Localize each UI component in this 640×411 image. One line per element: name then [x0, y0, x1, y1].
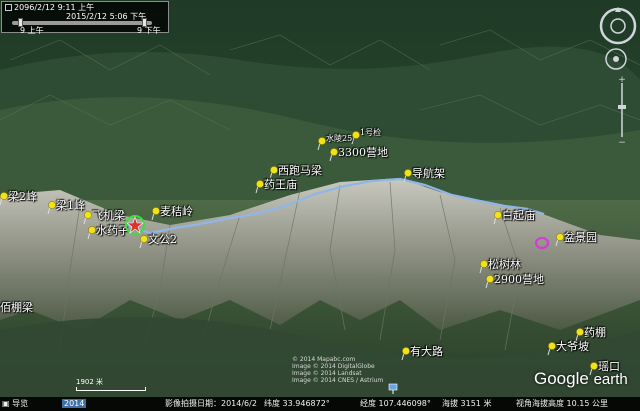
google-earth-logo: Google earth	[534, 369, 628, 388]
longitude-readout: 经度 107.446098°	[360, 399, 431, 408]
pushpin-icon[interactable]	[547, 342, 557, 356]
pushpin-icon[interactable]	[87, 226, 97, 240]
time-slider-left-label: 9 上午	[20, 26, 44, 35]
place-label[interactable]: 水陵25	[326, 133, 352, 144]
place-label[interactable]: 飞机梁	[92, 207, 125, 223]
place-label[interactable]: 盆景园	[564, 229, 597, 245]
image-date: 影像拍摄日期：2014/6/2	[165, 399, 257, 408]
zoom-out-icon: −	[618, 138, 626, 145]
pushpin-icon[interactable]	[555, 233, 565, 247]
place-label[interactable]: 梁2峰	[8, 188, 37, 204]
place-label[interactable]: 导航架	[412, 165, 445, 181]
place-label[interactable]: 有大路	[410, 343, 443, 359]
pushpin-icon[interactable]	[351, 131, 361, 145]
place-label[interactable]: 1号检	[360, 127, 381, 138]
terrain-imagery[interactable]	[0, 0, 640, 411]
time-slider-range-end: 2015/2/12 5:06 下午	[66, 12, 147, 21]
time-slider-right-label: 9 下午	[137, 26, 161, 35]
pushpin-icon[interactable]	[329, 148, 339, 162]
place-label[interactable]: 文公2	[148, 231, 177, 247]
pushpin-icon[interactable]	[83, 211, 93, 225]
red-star-marker[interactable]	[124, 214, 146, 236]
time-slider-title: 2096/2/12 9:11 上午	[5, 3, 94, 12]
pushpin-icon[interactable]	[0, 303, 1, 317]
look-joystick[interactable]	[604, 47, 628, 71]
pushpin-icon[interactable]	[47, 201, 57, 215]
place-label[interactable]: 梁1峰	[56, 197, 85, 213]
imagery-copyright: © 2014 Mapabc.com Image © 2014 DigitalGl…	[292, 356, 384, 384]
zoom-handle	[618, 105, 626, 109]
place-label[interactable]: 药王庙	[264, 176, 297, 192]
scale-bar: 1902 米	[76, 377, 146, 391]
tour-marker-icon[interactable]	[388, 383, 398, 395]
pushpin-icon[interactable]	[139, 235, 149, 249]
time-slider[interactable]: 2096/2/12 9:11 上午 2015/2/12 5:06 下午 9 上午…	[1, 1, 169, 35]
place-label[interactable]: 麦秸岭	[160, 203, 193, 219]
place-label[interactable]: 白起庙	[502, 207, 535, 223]
pushpin-icon[interactable]	[0, 192, 9, 206]
time-slider-track[interactable]	[12, 21, 152, 25]
pushpin-icon[interactable]	[493, 211, 503, 225]
pushpin-icon[interactable]	[479, 260, 489, 274]
magenta-ring-marker[interactable]	[534, 236, 550, 250]
clock-icon[interactable]	[5, 4, 12, 11]
altitude-readout: 海拔 3151 米	[442, 399, 492, 408]
earth-view[interactable]: 梁2峰 梁1峰 飞机梁 水药子 文公2 麦秸岭 西跑马梁 药王庙 导航架 1号检 水陵25 3300营…	[0, 0, 640, 411]
status-bar: ▣ 导览 2014 影像拍摄日期：2014/6/2 纬度 33.946872° …	[0, 397, 640, 411]
compass-control[interactable]	[598, 6, 638, 46]
zoom-in-icon: +	[618, 75, 626, 85]
eye-altitude-readout: 视角海拔高度 10.15 公里	[516, 399, 608, 408]
place-label[interactable]: 3300营地	[338, 144, 388, 160]
pushpin-icon[interactable]	[401, 347, 411, 361]
zoom-slider[interactable]: + −	[616, 75, 628, 145]
place-label[interactable]: 松树林	[488, 256, 521, 272]
year-badge: 2014	[62, 399, 87, 408]
pushpin-icon[interactable]	[485, 275, 495, 289]
place-label[interactable]: 2900营地	[494, 271, 544, 287]
pushpin-icon[interactable]	[255, 180, 265, 194]
pushpin-icon[interactable]	[403, 169, 413, 183]
pushpin-icon[interactable]	[151, 207, 161, 221]
place-label[interactable]: 佰棚梁	[0, 299, 33, 315]
place-label[interactable]: 大爷坡	[556, 338, 589, 354]
nav-tour-button[interactable]: ▣ 导览	[2, 397, 28, 411]
latitude-readout: 纬度 33.946872°	[264, 399, 330, 408]
pushpin-icon[interactable]	[317, 137, 327, 151]
